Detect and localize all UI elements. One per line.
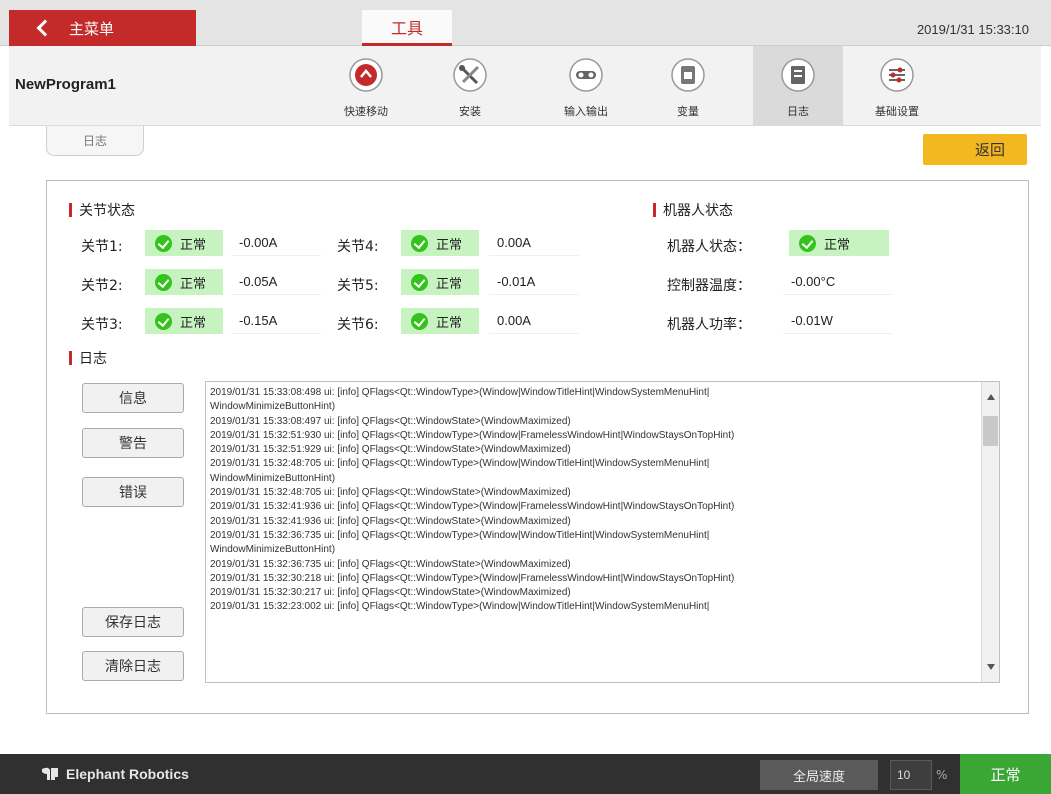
program-name: NewProgram1 — [15, 76, 116, 93]
io-icon — [569, 58, 603, 92]
joint-4-label: 关节4: — [337, 239, 379, 255]
save-log-button[interactable]: 保存日志 — [82, 607, 184, 637]
main-menu-button[interactable]: 主菜单 — [9, 10, 196, 46]
robot-state-status: 正常 — [789, 230, 889, 256]
check-circle-icon — [155, 234, 172, 252]
chevron-left-icon — [36, 19, 54, 37]
joint-2-status: 正常 — [145, 269, 223, 295]
tool-label: 安装 — [459, 105, 481, 118]
log-icon — [781, 58, 815, 92]
status-text: 正常 — [180, 276, 207, 292]
scroll-thumb[interactable] — [983, 416, 998, 446]
error-filter-button[interactable]: 错误 — [82, 477, 184, 507]
tab-log[interactable]: 日志 — [46, 126, 144, 156]
joint-1-status: 正常 — [145, 230, 223, 256]
joint-6-label: 关节6: — [337, 317, 379, 333]
variable-icon — [671, 58, 705, 92]
status-text: 正常 — [180, 237, 207, 253]
tab-tools[interactable]: 工具 — [362, 10, 452, 46]
joint-3-status: 正常 — [145, 308, 223, 334]
joint-6-status: 正常 — [401, 308, 479, 334]
tool-label: 快速移动 — [344, 105, 388, 118]
settings-icon — [880, 58, 914, 92]
robot-power-label: 机器人功率： — [667, 317, 751, 333]
main-panel: 关节状态 机器人状态 关节1: 正常 -0.00A 关节2: 正常 -0.05A… — [46, 180, 1029, 714]
brand: Elephant Robotics — [40, 766, 189, 782]
tool-io[interactable]: 输入输出 — [541, 46, 631, 126]
status-text: 正常 — [436, 315, 463, 331]
joint-2-label: 关节2: — [81, 278, 123, 294]
check-circle-icon — [411, 312, 428, 330]
status-text: 正常 — [824, 237, 851, 253]
joint-4-status: 正常 — [401, 230, 479, 256]
toolbar: NewProgram1 快速移动 安装 输入输出 变量 日志 基础设置 — [9, 46, 1041, 126]
check-circle-icon — [155, 273, 172, 291]
joint-2-value: -0.05A — [231, 269, 321, 295]
log-text: 2019/01/31 15:33:08:498 ui: [info] QFlag… — [210, 387, 735, 613]
tool-install[interactable]: 安装 — [425, 46, 515, 126]
joint-5-status: 正常 — [401, 269, 479, 295]
log-output[interactable]: 2019/01/31 15:33:08:498 ui: [info] QFlag… — [205, 381, 1000, 683]
check-circle-icon — [411, 234, 428, 252]
joint-3-label: 关节3: — [81, 317, 123, 333]
check-circle-icon — [411, 273, 428, 291]
joint-1-label: 关节1: — [81, 239, 123, 255]
joint-status-title: 关节状态 — [69, 200, 135, 220]
info-filter-button[interactable]: 信息 — [82, 383, 184, 413]
log-scrollbar[interactable] — [981, 382, 999, 682]
global-speed-button[interactable]: 全局速度 — [760, 760, 878, 790]
tool-log[interactable]: 日志 — [753, 46, 843, 126]
robot-status-title: 机器人状态 — [653, 200, 733, 220]
speed-unit: % — [936, 768, 948, 782]
footer: Elephant Robotics 全局速度 10 % 正常 — [0, 754, 1051, 794]
tool-label: 日志 — [787, 105, 809, 118]
tool-label: 变量 — [677, 105, 699, 118]
warning-filter-button[interactable]: 警告 — [82, 428, 184, 458]
tool-label: 基础设置 — [875, 105, 919, 118]
robot-power-value: -0.01W — [783, 308, 893, 334]
check-circle-icon — [799, 234, 816, 252]
joint-1-value: -0.00A — [231, 230, 321, 256]
scroll-down-icon[interactable] — [987, 664, 995, 670]
global-speed-input[interactable]: 10 — [890, 760, 932, 790]
joint-5-value: -0.01A — [489, 269, 579, 295]
status-text: 正常 — [180, 315, 207, 331]
tool-settings[interactable]: 基础设置 — [852, 46, 942, 126]
clear-log-button[interactable]: 清除日志 — [82, 651, 184, 681]
status-text: 正常 — [436, 237, 463, 253]
status-text: 正常 — [436, 276, 463, 292]
tool-jog[interactable]: 快速移动 — [321, 46, 411, 126]
elephant-logo-icon — [42, 767, 58, 780]
joint-4-value: 0.00A — [489, 230, 579, 256]
wrench-icon — [453, 58, 487, 92]
scroll-up-icon[interactable] — [987, 394, 995, 400]
joint-6-value: 0.00A — [489, 308, 579, 334]
tool-variable[interactable]: 变量 — [643, 46, 733, 126]
controller-temp-label: 控制器温度： — [667, 278, 751, 294]
robot-state-label: 机器人状态： — [667, 239, 751, 255]
datetime: 2019/1/31 15:33:10 — [916, 22, 1029, 37]
back-button[interactable]: 返回 — [923, 134, 1027, 165]
main-menu-label: 主菜单 — [69, 19, 115, 38]
check-circle-icon — [155, 312, 172, 330]
tool-label: 输入输出 — [564, 105, 608, 118]
joint-3-value: -0.15A — [231, 308, 321, 334]
jog-icon — [349, 58, 383, 92]
brand-name: Elephant Robotics — [66, 766, 189, 782]
controller-temp-value: -0.00°C — [783, 269, 893, 295]
robot-state-badge: 正常 — [960, 754, 1051, 794]
joint-5-label: 关节5: — [337, 278, 379, 294]
top-bar: 主菜单 工具 2019/1/31 15:33:10 — [0, 0, 1051, 46]
log-title: 日志 — [69, 348, 107, 368]
